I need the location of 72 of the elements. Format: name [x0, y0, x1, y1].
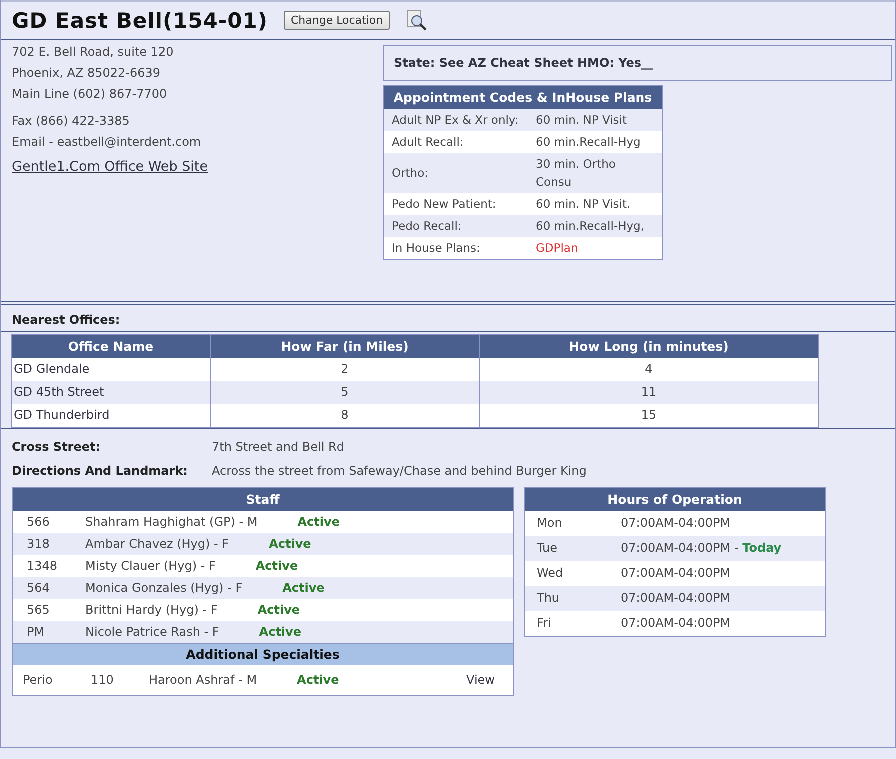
table-cell: 1348 [13, 555, 72, 577]
table-cell: 07:00AM-04:00PM [609, 561, 825, 586]
table-cell: Ortho: [384, 153, 528, 193]
table-cell: 07:00AM-04:00PM [609, 511, 825, 536]
state-note: State: See AZ Cheat Sheet HMO: Yes__ [383, 45, 892, 81]
table-header: Hours of Operation [525, 488, 825, 511]
staff-name: Haroon Ashraf - M [149, 673, 258, 687]
table-header: Appointment Codes & InHouse Plans [384, 86, 662, 109]
status-text: Active [258, 603, 300, 617]
table-cell: 564 [13, 577, 72, 599]
search-icon[interactable] [406, 10, 428, 32]
table-cell: 30 min. Ortho Consu [528, 153, 662, 193]
status-text: Active [298, 515, 340, 529]
table-cell: 11 [480, 381, 818, 404]
table-cell: Pedo New Patient: [384, 193, 528, 215]
field-value: Across the street from Safeway/Chase and behind Burger King [212, 463, 588, 480]
table-cell: GDPlan [528, 237, 662, 260]
table-cell: PM [13, 621, 72, 643]
table-cell: Adult Recall: [384, 131, 528, 153]
table-header: Additional Specialties [13, 643, 513, 665]
staff-name: Misty Clauer (Hyg) - F [86, 559, 216, 573]
table-cell: Adult NP Ex & Xr only: [384, 109, 528, 131]
table-cell: Wed [525, 561, 609, 586]
office-title: GD East Bell(154-01) [12, 8, 268, 32]
change-location-button[interactable]: Change Location [284, 11, 390, 30]
office-link[interactable]: GD Thunderbird [12, 404, 210, 428]
staff-name: Ambar Chavez (Hyg) - F [86, 537, 230, 551]
status-text: Active [256, 559, 298, 573]
website-link[interactable]: Gentle1.Com Office Web Site [12, 157, 208, 178]
section-label: Nearest Offices: [1, 304, 895, 331]
status-text: Active [259, 625, 302, 639]
address-line: Phoenix, AZ 85022-6639 [12, 65, 162, 82]
table-cell: In House Plans: [384, 237, 528, 260]
table-cell: 07:00AM-04:00PM - Today [609, 536, 825, 561]
view-link[interactable]: View [466, 673, 495, 687]
table-cell: 2 [210, 358, 480, 381]
staff-name: Brittni Hardy (Hyg) - F [86, 603, 218, 617]
table-cell: Tue [525, 536, 609, 561]
table-cell: 566 [13, 511, 72, 533]
table-cell: 60 min.Recall-Hyg [528, 131, 662, 153]
status-text: Active [269, 537, 312, 551]
table-cell: 318 [13, 533, 72, 555]
office-link[interactable]: GD Glendale [12, 358, 210, 381]
staff-name: Nicole Patrice Rash - F [86, 625, 220, 639]
table-cell: 60 min. NP Visit. [528, 193, 662, 215]
address-line: 702 E. Bell Road, suite 120 [12, 44, 175, 61]
status-text: Active [297, 673, 340, 687]
column-header: How Long (in minutes) [480, 334, 818, 358]
table-cell: Thu [525, 586, 609, 611]
column-header: How Far (in Miles) [210, 334, 480, 358]
table-cell: 4 [480, 358, 818, 381]
staff-name: Monica Gonzales (Hyg) - F [86, 581, 243, 595]
field-value: 7th Street and Bell Rd [212, 439, 346, 456]
table-cell: Pedo Recall: [384, 215, 528, 237]
table-cell: 8 [210, 404, 480, 428]
staff-name: Shahram Haghighat (GP) - M [86, 515, 258, 529]
contact-line: Email - eastbell@interdent.com [12, 134, 202, 151]
office-link[interactable]: GD 45th Street [12, 381, 210, 404]
field-label: Directions And Landmark: [12, 463, 189, 480]
table-cell: 60 min. NP Visit [528, 109, 662, 131]
table-cell: 565 [13, 599, 72, 621]
address-line: Main Line (602) 867-7700 [12, 86, 168, 103]
table-header: Staff [13, 488, 513, 511]
contact-line: Fax (866) 422-3385 [12, 113, 131, 130]
table-cell: 5 [210, 381, 480, 404]
table-cell: 60 min.Recall-Hyg, [528, 215, 662, 237]
status-text: Active [282, 581, 325, 595]
table-cell: 07:00AM-04:00PM [609, 586, 825, 611]
field-label: Cross Street: [12, 439, 102, 456]
table-cell: Mon [525, 511, 609, 536]
column-header: Office Name [12, 334, 210, 358]
table-cell: 15 [480, 404, 818, 428]
